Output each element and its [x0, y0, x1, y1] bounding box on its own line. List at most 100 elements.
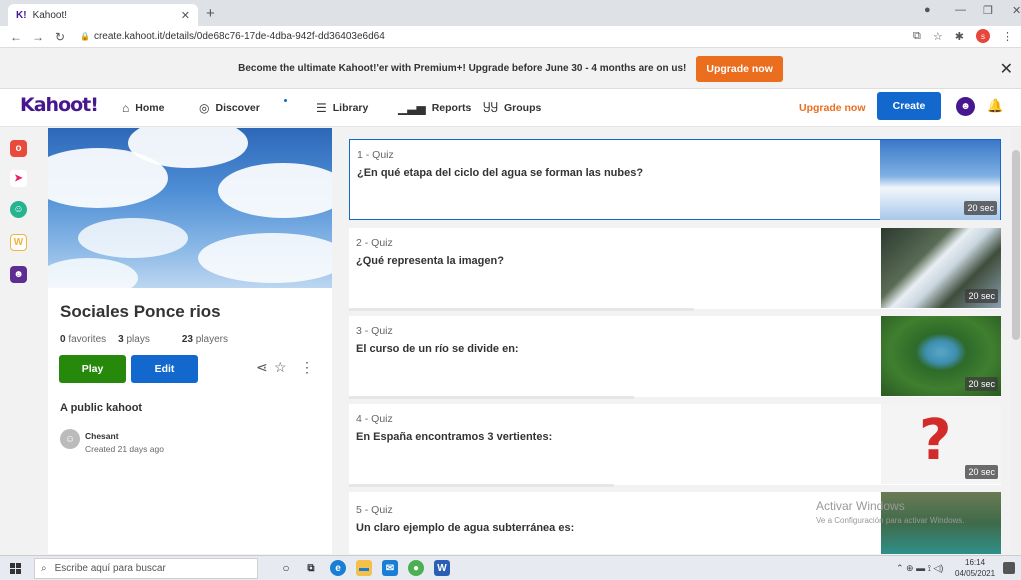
- favorites-label: favorites: [68, 334, 107, 345]
- groups-icon: ႸႸ: [483, 101, 498, 115]
- favorite-star-icon[interactable]: ☆: [274, 359, 287, 376]
- question-card-3[interactable]: 3 - Quiz El curso de un río se divide en…: [349, 316, 1001, 399]
- nav-discover[interactable]: ◎ Discover: [199, 101, 260, 115]
- notification-icon[interactable]: [1003, 562, 1015, 574]
- clock-time: 16:14: [965, 558, 986, 567]
- promo-banner: Become the ultimate Kahoot!'er with Prem…: [0, 49, 1021, 89]
- windows-start-icon[interactable]: [10, 563, 21, 574]
- nav-reports[interactable]: ▁▃▅ Reports: [398, 101, 471, 115]
- edit-button[interactable]: Edit: [131, 355, 198, 383]
- user-avatar[interactable]: ☻: [956, 97, 975, 116]
- menu-dots-icon[interactable]: ⋮: [1002, 30, 1013, 43]
- extensions-icon[interactable]: ✱: [955, 30, 964, 43]
- compass-icon: ◎: [199, 101, 210, 115]
- bell-icon[interactable]: 🔔: [987, 98, 1003, 114]
- upgrade-now-link[interactable]: Upgrade now: [799, 102, 866, 114]
- taskbar-search[interactable]: ⌕ Escribe aquí para buscar: [34, 558, 258, 579]
- cortana-icon[interactable]: ○: [278, 560, 294, 576]
- question-progress-bar: [349, 484, 614, 487]
- forward-arrow-icon[interactable]: →: [32, 30, 44, 44]
- url-field[interactable]: 🔒 create.kahoot.it/details/0de68c76-17de…: [80, 31, 385, 42]
- promo-text: Become the ultimate Kahoot!'er with Prem…: [238, 63, 687, 74]
- time-badge: 20 sec: [965, 377, 998, 391]
- nav-library-label: Library: [332, 102, 369, 114]
- watermark-title: Activar Windows: [816, 499, 905, 513]
- kahoot-stats: 0 favorites 3 plays 23 players: [60, 334, 228, 345]
- nav-groups[interactable]: ႸႸ Groups: [483, 101, 541, 115]
- app-rail: o ➤ ☺ W ☻: [0, 128, 36, 554]
- created-date: Created 21 days ago: [85, 444, 164, 454]
- watermark-subtitle: Ve a Configuración para activar Windows.: [816, 516, 965, 525]
- record-indicator-icon: ●: [924, 4, 931, 16]
- app-icon-2[interactable]: ➤: [10, 170, 27, 187]
- translate-icon[interactable]: ⧉: [913, 30, 921, 43]
- kahoot-logo[interactable]: Kahoot!: [20, 94, 99, 116]
- nav-groups-label: Groups: [504, 102, 542, 114]
- restore-icon[interactable]: ❐: [983, 4, 993, 17]
- nav-home[interactable]: ⌂ Home: [122, 101, 164, 115]
- app-icon-3[interactable]: ☺: [10, 201, 27, 218]
- share-icon[interactable]: ⋖: [256, 359, 268, 376]
- play-button[interactable]: Play: [59, 355, 126, 383]
- plays-label: plays: [126, 334, 150, 345]
- scrollbar-thumb[interactable]: [1012, 150, 1020, 340]
- file-explorer-icon[interactable]: ▬: [356, 560, 372, 576]
- task-view-icon[interactable]: ⧉: [303, 560, 319, 576]
- question-card-4[interactable]: 4 - Quiz En España encontramos 3 vertien…: [349, 404, 1001, 487]
- app-icon-5[interactable]: ☻: [10, 266, 27, 283]
- nav-discover-label: Discover: [215, 102, 260, 114]
- page-scrollbar[interactable]: [1011, 128, 1021, 554]
- question-progress-bar: [349, 308, 694, 311]
- question-progress-bar: [349, 396, 634, 399]
- question-text: ¿Qué representa la imagen?: [356, 255, 504, 267]
- home-icon: ⌂: [122, 101, 130, 115]
- question-card-1[interactable]: 1 - Quiz ¿En qué etapa del ciclo del agu…: [349, 139, 1001, 220]
- visibility-label: A public kahoot: [60, 402, 143, 414]
- close-window-icon[interactable]: ✕: [1012, 4, 1021, 17]
- profile-avatar[interactable]: s: [976, 29, 990, 43]
- question-type: 4 - Quiz: [356, 413, 393, 425]
- question-type: 2 - Quiz: [356, 237, 393, 249]
- create-button[interactable]: Create: [877, 92, 941, 120]
- question-thumbnail: 20 sec: [880, 140, 1000, 220]
- cover-image: [48, 128, 332, 288]
- word-icon[interactable]: W: [434, 560, 450, 576]
- back-arrow-icon[interactable]: ←: [10, 30, 22, 44]
- question-text: Un claro ejemplo de agua subterránea es:: [356, 522, 575, 534]
- banner-upgrade-button[interactable]: Upgrade now: [696, 55, 783, 82]
- question-thumbnail: 20 sec: [881, 228, 1001, 308]
- question-type: 3 - Quiz: [356, 325, 393, 337]
- creator-avatar[interactable]: ☺: [60, 429, 80, 449]
- time-badge: 20 sec: [965, 289, 998, 303]
- creator-name[interactable]: Chesant: [85, 431, 119, 441]
- reload-icon[interactable]: ↻: [54, 30, 66, 44]
- clock-date: 04/05/2021: [955, 569, 996, 578]
- nav-library[interactable]: ☰ Library: [316, 101, 368, 115]
- question-card-2[interactable]: 2 - Quiz ¿Qué representa la imagen? 20 s…: [349, 228, 1001, 311]
- browser-tab-title: Kahoot!: [32, 9, 68, 21]
- bookmark-star-icon[interactable]: ☆: [933, 30, 943, 43]
- close-banner-icon[interactable]: ✕: [1000, 59, 1013, 79]
- address-bar: ← → ↻ 🔒 create.kahoot.it/details/0de68c7…: [0, 26, 1021, 48]
- lock-icon: 🔒: [80, 32, 90, 41]
- taskbar-clock[interactable]: 16:14 04/05/2021: [955, 557, 995, 579]
- close-tab-icon[interactable]: ✕: [181, 9, 190, 22]
- chrome-icon[interactable]: ●: [408, 560, 424, 576]
- favorites-count: 0: [60, 334, 66, 345]
- system-tray[interactable]: ⌃ ⊕ ▬ ⟟ ◁): [896, 563, 943, 574]
- nav-home-label: Home: [135, 102, 165, 114]
- more-options-icon[interactable]: ⋮: [300, 359, 314, 376]
- edge-icon[interactable]: e: [330, 560, 346, 576]
- time-badge: 20 sec: [965, 465, 998, 479]
- new-tab-icon[interactable]: +: [206, 5, 215, 22]
- question-type: 1 - Quiz: [357, 149, 394, 161]
- nav-reports-label: Reports: [431, 102, 472, 114]
- url-text: create.kahoot.it/details/0de68c76-17de-4…: [93, 31, 385, 42]
- bar-chart-icon: ▁▃▅: [398, 101, 426, 115]
- app-icon-4[interactable]: W: [10, 234, 27, 251]
- kahoot-header: Kahoot! ⌂ Home ◎ Discover ☰ Library ▁▃▅ …: [0, 89, 1021, 127]
- app-icon-1[interactable]: o: [10, 140, 27, 157]
- mail-icon[interactable]: ✉: [382, 560, 398, 576]
- minimize-icon[interactable]: —: [955, 4, 966, 16]
- browser-tab[interactable]: K! Kahoot! ✕: [8, 4, 198, 26]
